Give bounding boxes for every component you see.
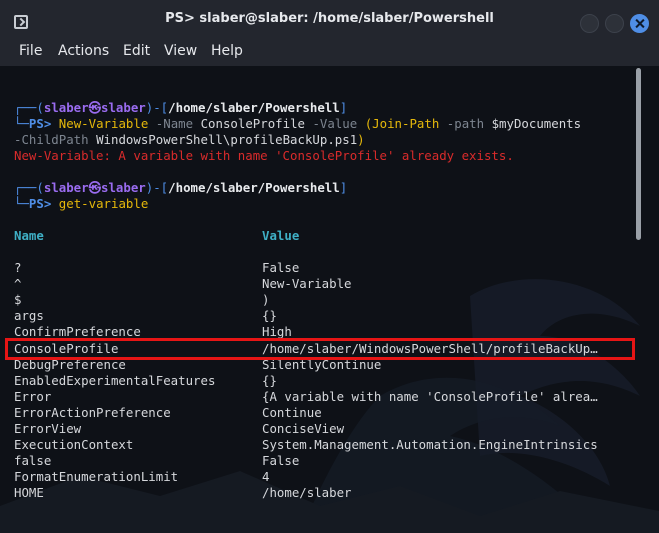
terminal-window: PS> slaber@slaber: /home/slaber/Powershe… <box>0 0 659 533</box>
menu-file[interactable]: File <box>19 43 42 59</box>
prompt-line-2: ┌──(slaber㉿slaber)-[/home/slaber/Powersh… <box>14 180 348 195</box>
var-name: EnabledExperimentalFeatures <box>14 373 216 388</box>
command-line-1-wrap: -ChildPath WindowsPowerShell\profileBack… <box>14 132 365 147</box>
menu-view[interactable]: View <box>164 43 197 59</box>
var-value: Continue <box>262 405 322 420</box>
var-value: New-Variable <box>262 276 352 291</box>
var-value: ConciseView <box>262 421 345 436</box>
column-header-name: Name <box>14 228 44 243</box>
window-title: PS> slaber@slaber: /home/slaber/Powershe… <box>165 11 494 26</box>
menu-edit[interactable]: Edit <box>123 43 150 59</box>
var-value: {A variable with name 'ConsoleProfile' a… <box>262 389 598 404</box>
maximize-button[interactable] <box>605 14 624 33</box>
title-bar[interactable]: PS> slaber@slaber: /home/slaber/Powershe… <box>0 0 659 40</box>
var-value: False <box>262 453 300 468</box>
menu-actions[interactable]: Actions <box>58 43 109 59</box>
highlight-box <box>5 338 635 360</box>
var-value: System.Management.Automation.EngineIntri… <box>262 437 598 452</box>
var-name: false <box>14 453 52 468</box>
prompt-line-1: ┌──(slaber㉿slaber)-[/home/slaber/Powersh… <box>14 100 348 115</box>
var-name: ExecutionContext <box>14 437 134 452</box>
command-line-2: └─PS> get-variable <box>14 196 149 211</box>
error-message: New-Variable: A variable with name 'Cons… <box>14 148 514 163</box>
var-value: 4 <box>262 469 270 484</box>
var-name: FormatEnumerationLimit <box>14 469 179 484</box>
command-line-1: └─PS> New-Variable -Name ConsoleProfile … <box>14 116 582 131</box>
var-value: False <box>262 260 300 275</box>
menu-help[interactable]: Help <box>211 43 243 59</box>
var-value: /home/slaber <box>262 485 352 500</box>
var-name: Error <box>14 389 52 404</box>
scrollbar[interactable] <box>636 68 641 240</box>
var-name: ? <box>14 260 22 275</box>
var-name: ErrorView <box>14 421 82 436</box>
var-value: ) <box>262 292 270 307</box>
var-name: ^ <box>14 276 22 291</box>
var-value: {} <box>262 308 277 323</box>
menu-bar: File Actions Edit View Help <box>0 40 659 66</box>
var-name: args <box>14 308 44 323</box>
close-button[interactable] <box>630 14 649 33</box>
column-header-value: Value <box>262 228 300 243</box>
minimize-button[interactable] <box>580 14 599 33</box>
var-name: HOME <box>14 485 44 500</box>
var-name: ErrorActionPreference <box>14 405 171 420</box>
var-name: $ <box>14 292 22 307</box>
var-value: {} <box>262 373 277 388</box>
terminal-output[interactable]: ┌──(slaber㉿slaber)-[/home/slaber/Powersh… <box>0 66 659 533</box>
